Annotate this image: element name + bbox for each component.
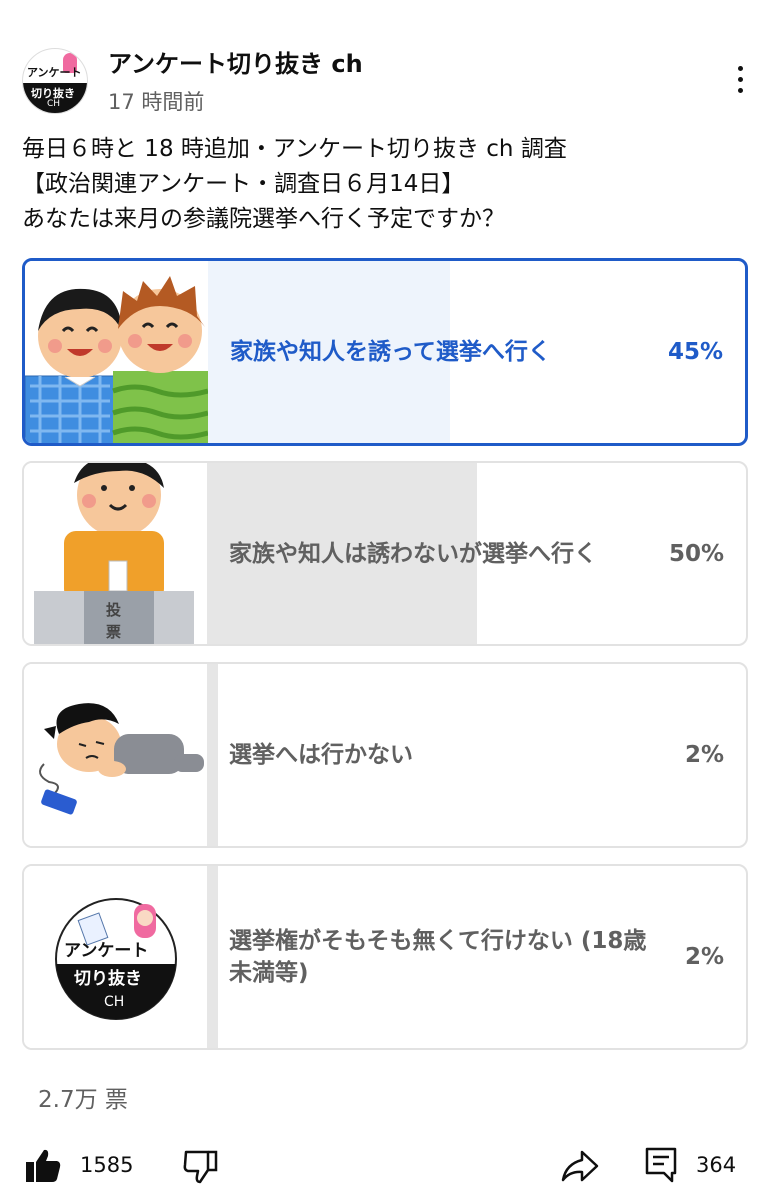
avatar-text-1: アンケート	[27, 66, 82, 79]
lying-person-illustration	[24, 664, 207, 846]
poll-option-label: 家族や知人を誘って選挙へ行く	[230, 339, 551, 365]
more-vert-icon[interactable]	[734, 66, 746, 100]
like-count: 1585	[80, 1153, 134, 1177]
comment-icon[interactable]	[644, 1146, 678, 1184]
ballot-box-text: 票	[106, 623, 121, 641]
action-bar: 1585 364	[0, 1140, 772, 1196]
channel-avatar[interactable]: アンケート 切り抜き CH	[22, 48, 88, 114]
poll-option-label: 選挙へは行かない	[229, 742, 413, 768]
poll-option-1[interactable]: 家族や知人を誘って選挙へ行く 45%	[22, 258, 748, 446]
poll-option-percent: 50%	[668, 540, 724, 567]
poll-option-3[interactable]: 選挙へは行かない 2%	[22, 662, 748, 848]
post-header: アンケート 切り抜き CH アンケート切り抜き ch 17 時間前	[22, 44, 752, 120]
vote-count: 2.7万 票	[38, 1087, 128, 1113]
two-friends-illustration	[25, 261, 208, 443]
post-text-line: 毎日６時と 18 時追加・アンケート切り抜き ch 調査	[22, 136, 567, 162]
poll-option-label: 家族や知人は誘わないが選挙へ行く	[229, 540, 597, 567]
poll-option-2[interactable]: 投 票 家族や知人は誘わないが選挙へ行く 50%	[22, 461, 748, 646]
post-time: 17 時間前	[108, 90, 205, 114]
channel-logo-illustration: アンケート 切り抜き CH	[24, 866, 207, 1048]
like-icon[interactable]	[24, 1148, 62, 1184]
avatar-text-3: CH	[47, 99, 61, 109]
ballot-box-text: 投	[106, 601, 121, 619]
logo-text: 切り抜き	[74, 968, 142, 989]
poll-option-fill	[207, 866, 218, 1048]
voting-box-illustration: 投 票	[24, 463, 207, 644]
share-icon[interactable]	[560, 1148, 600, 1184]
poll-option-percent: 45%	[667, 339, 723, 365]
logo-text: アンケート	[64, 941, 148, 961]
poll-option-4[interactable]: アンケート 切り抜き CH 選挙権がそもそも無くて行けない (18歳未満等) 2…	[22, 864, 748, 1050]
poll-option-percent: 2%	[684, 742, 724, 768]
post-text: 毎日６時と 18 時追加・アンケート切り抜き ch 調査 【政治関連アンケート・…	[22, 132, 752, 237]
channel-name[interactable]: アンケート切り抜き ch	[108, 44, 363, 79]
post-text-line: あなたは来月の参議院選挙へ行く予定ですか？	[22, 206, 505, 232]
comment-count: 364	[696, 1153, 737, 1177]
poll-option-fill	[207, 664, 218, 846]
poll-option-label: 選挙権がそもそも無くて行けない (18歳未満等)	[229, 928, 647, 986]
logo-text: CH	[104, 994, 124, 1010]
post-text-line: 【政治関連アンケート・調査日６月14日】	[22, 171, 465, 197]
poll-option-percent: 2%	[684, 944, 724, 970]
dislike-icon[interactable]	[182, 1148, 220, 1184]
